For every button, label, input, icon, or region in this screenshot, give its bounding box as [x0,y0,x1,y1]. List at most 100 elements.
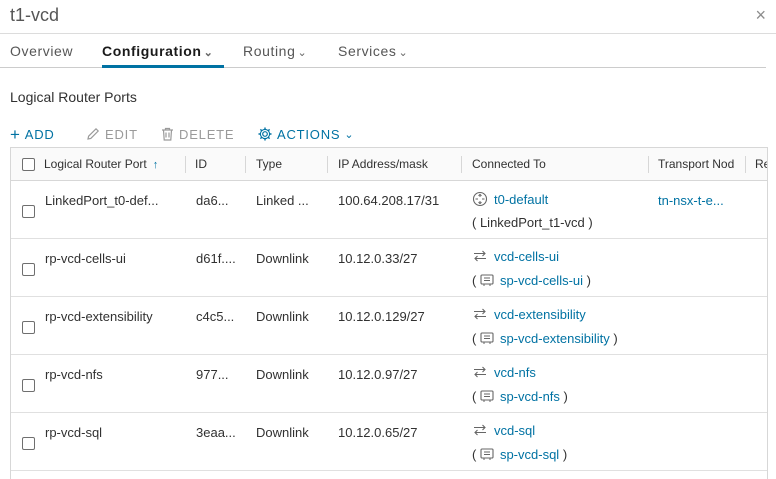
row-checkbox[interactable] [22,321,35,334]
switch-arrows-icon [472,308,488,323]
port-id: 3eaa... [196,425,236,440]
column-divider[interactable] [648,156,649,173]
add-label: ADD [24,127,55,142]
connected-sub-port[interactable]: sp-vcd-nfs [500,389,560,404]
tab-services[interactable]: Services ⌄ [338,43,408,68]
connected-sub: ( sp-vcd-extensibility ) [472,331,652,348]
connected-sub-port[interactable]: sp-vcd-cells-ui [500,273,583,288]
connected-to: vcd-sql [472,423,644,439]
tab-overview[interactable]: Overview [10,43,73,68]
tab-label: Routing [243,43,296,59]
switch-arrows-icon [472,424,488,439]
connected-link[interactable]: vcd-extensibility [494,307,586,322]
chevron-down-icon: ⌄ [203,47,214,59]
port-type: Downlink [256,309,309,324]
connected-link[interactable]: vcd-cells-ui [494,249,559,264]
connected-link[interactable]: vcd-sql [494,423,535,438]
column-header-port[interactable]: Logical Router Port ↑ [44,148,184,181]
section-title: Logical Router Ports [10,89,137,105]
paren-open: ( [472,273,480,288]
connected-sub: ( sp-vcd-nfs ) [472,389,652,406]
connected-sub-port: LinkedPort_t1-vcd [479,215,585,230]
table-row[interactable]: rp-vcd-cells-ui d61f.... Downlink 10.12.0.3… [11,239,767,297]
tab-label: Overview [10,43,74,59]
chevron-down-icon: ⌄ [398,47,409,59]
column-header-connected-to[interactable]: Connected To [472,148,642,181]
port-id: da6... [196,193,229,208]
ip-address: 10.12.0.129/27 [338,309,425,324]
column-header-transport-node[interactable]: Transport Nod [658,148,744,181]
table-row[interactable]: rp-vcd-extensibility c4c5... Downlink 10.12… [11,297,767,355]
close-icon[interactable]: × [755,6,766,24]
port-type: Downlink [256,425,309,440]
port-icon [480,274,494,290]
column-divider[interactable] [327,156,328,173]
router-icon [472,191,488,210]
ip-address: 100.64.208.17/31 [338,193,440,208]
connected-sub-port[interactable]: sp-vcd-extensibility [500,331,610,346]
tab-configuration[interactable]: Configuration ⌄ [102,43,224,68]
port-name: rp-vcd-nfs [45,367,103,382]
port-icon [480,390,494,406]
connected-link[interactable]: vcd-nfs [494,365,536,380]
window-title: t1-vcd [10,5,60,25]
column-divider[interactable] [461,156,462,173]
port-name: rp-vcd-extensibility [45,309,153,324]
row-checkbox[interactable] [22,379,35,392]
row-checkbox[interactable] [22,263,35,276]
paren-open: ( [472,447,480,462]
tab-bar: Overview Configuration ⌄ Routing ⌄ Service… [0,34,766,68]
connected-sub: ( sp-vcd-cells-ui ) [472,273,652,290]
connected-link[interactable]: t0-default [494,192,548,207]
table-row[interactable]: rp-vcd-nfs 977... Downlink 10.12.0.97/27 vcd… [11,355,767,413]
port-name: LinkedPort_t0-def... [45,193,159,208]
paren-open: ( [472,215,480,230]
row-checkbox[interactable] [22,205,35,218]
paren-close: ) [559,447,568,462]
paren-open: ( [472,389,480,404]
pencil-icon [87,127,100,140]
connected-to: t0-default [472,191,644,210]
select-all-checkbox[interactable] [22,158,35,171]
table-row[interactable]: rp-vcd-sql 3eaa... Downlink 10.12.0.65/27 vc… [11,413,767,471]
actions-button[interactable]: ACTIONS ⌄ [257,126,354,142]
connected-to: vcd-extensibility [472,307,644,323]
column-header-type[interactable]: Type [256,148,326,181]
column-header-re[interactable]: Re [755,148,767,181]
delete-button[interactable]: DELETE [160,126,234,142]
connected-sub: ( sp-vcd-sql ) [472,447,652,464]
actions-label: ACTIONS [277,126,341,142]
plus-icon: + [10,125,21,144]
port-id: c4c5... [196,309,235,324]
port-type: Downlink [256,367,309,382]
port-name: rp-vcd-cells-ui [45,251,126,266]
add-button[interactable]: + ADD [10,126,55,143]
tab-label: Configuration [102,43,202,59]
column-divider[interactable] [185,156,186,173]
table-row[interactable]: LinkedPort_t0-def... da6... Linked ... 100.… [11,181,767,239]
paren-close: ) [584,215,593,230]
edit-button[interactable]: EDIT [85,126,138,142]
tab-label: Services [338,43,397,59]
ip-address: 10.12.0.33/27 [338,251,418,266]
grid-header: Logical Router Port ↑ ID Type IP Address/… [11,148,767,181]
connected-to: vcd-nfs [472,365,644,381]
gear-icon [258,127,272,141]
sort-ascending-icon[interactable]: ↑ [153,159,159,171]
ip-address: 10.12.0.97/27 [338,367,418,382]
column-header-ip[interactable]: IP Address/mask [338,148,458,181]
title-bar: t1-vcd × [0,0,776,34]
column-divider[interactable] [245,156,246,173]
port-type: Linked ... [256,193,309,208]
connected-sub-port[interactable]: sp-vcd-sql [500,447,559,462]
logical-router-ports-grid: Logical Router Port ↑ ID Type IP Address/… [10,147,768,479]
connected-to: vcd-cells-ui [472,249,644,265]
transport-node-link[interactable]: tn-nsx-t-e... [658,193,742,208]
row-checkbox[interactable] [22,437,35,450]
column-divider[interactable] [745,156,746,173]
trash-icon [162,127,173,141]
column-label: Logical Router Port [44,157,147,171]
port-icon [480,332,494,348]
column-header-id[interactable]: ID [195,148,245,181]
tab-routing[interactable]: Routing ⌄ [243,43,307,68]
